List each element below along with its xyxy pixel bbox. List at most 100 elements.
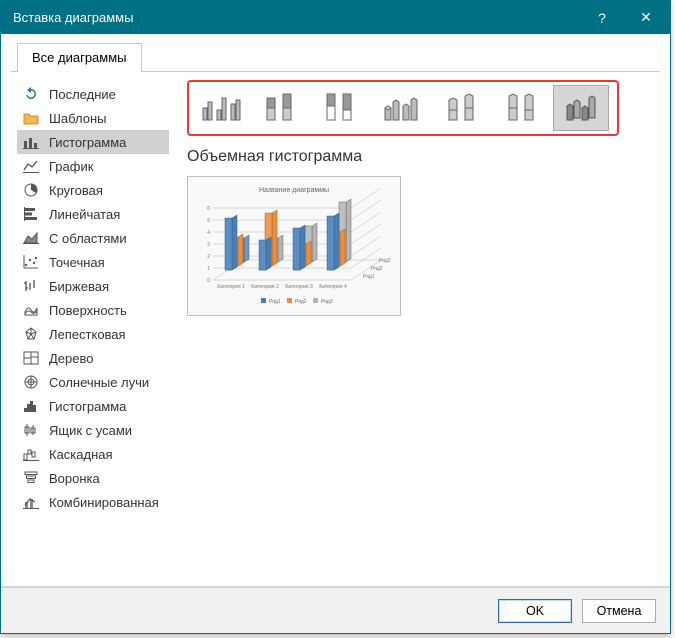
3d-column-icon bbox=[559, 90, 603, 126]
subtype-variant-row bbox=[187, 80, 619, 136]
sidebar-item-label: Линейчатая bbox=[49, 207, 120, 222]
sidebar-item-label: Биржевая bbox=[49, 279, 109, 294]
tab-strip: Все диаграммы bbox=[11, 42, 660, 72]
svg-text:Ряд2: Ряд2 bbox=[371, 266, 383, 272]
sidebar-item-label: Гистограмма bbox=[49, 399, 126, 414]
sidebar-item-sunburst[interactable]: Солнечные лучи bbox=[17, 370, 169, 394]
sidebar-item-label: Дерево bbox=[49, 351, 93, 366]
variant-3d-100-stacked-column[interactable] bbox=[493, 85, 549, 131]
3d-stacked-column-icon bbox=[439, 90, 483, 126]
bar-chart-icon bbox=[21, 204, 41, 224]
svg-text:Категория 1: Категория 1 bbox=[217, 284, 245, 290]
tab-all-charts[interactable]: Все диаграммы bbox=[17, 43, 142, 72]
cancel-button[interactable]: Отмена bbox=[582, 599, 656, 623]
help-icon: ? bbox=[598, 10, 606, 26]
sidebar-item-label: Каскадная bbox=[49, 447, 113, 462]
svg-text:Категория 4: Категория 4 bbox=[319, 284, 347, 290]
variant-3d-column[interactable] bbox=[553, 85, 609, 131]
svg-text:2: 2 bbox=[207, 254, 210, 260]
sidebar-item-boxwhisker[interactable]: Ящик с усами bbox=[17, 418, 169, 442]
sidebar-item-radar[interactable]: Лепестковая bbox=[17, 322, 169, 346]
clustered-column-icon bbox=[199, 90, 243, 126]
pie-chart-icon bbox=[21, 180, 41, 200]
column-chart-icon bbox=[21, 132, 41, 152]
chart-preview[interactable]: Название диаграммы bbox=[187, 176, 401, 316]
sidebar-item-surface[interactable]: Поверхность bbox=[17, 298, 169, 322]
sidebar-item-stock[interactable]: Биржевая bbox=[17, 274, 169, 298]
sidebar-item-label: Комбинированная bbox=[49, 495, 159, 510]
sidebar-item-line[interactable]: График bbox=[17, 154, 169, 178]
svg-text:3: 3 bbox=[207, 242, 210, 248]
svg-text:Ряд3: Ряд3 bbox=[379, 258, 391, 264]
sidebar-item-histogram[interactable]: Гистограмма bbox=[17, 394, 169, 418]
treemap-chart-icon bbox=[21, 348, 41, 368]
sidebar-item-templates[interactable]: Шаблоны bbox=[17, 106, 169, 130]
sidebar-item-label: Поверхность bbox=[49, 303, 127, 318]
stacked-column-icon bbox=[259, 90, 303, 126]
variant-3d-clustered-column[interactable] bbox=[373, 85, 429, 131]
box-whisker-icon bbox=[21, 420, 41, 440]
radar-chart-icon bbox=[21, 324, 41, 344]
line-chart-icon bbox=[21, 156, 41, 176]
help-button[interactable]: ? bbox=[582, 1, 622, 34]
sidebar-item-label: Воронка bbox=[49, 471, 100, 486]
sidebar-item-waterfall[interactable]: Каскадная bbox=[17, 442, 169, 466]
svg-text:4: 4 bbox=[207, 230, 210, 236]
sidebar-item-label: График bbox=[49, 159, 93, 174]
sidebar-item-label: Солнечные лучи bbox=[49, 375, 149, 390]
sidebar-item-area[interactable]: С областями bbox=[17, 226, 169, 250]
sidebar-item-funnel[interactable]: Воронка bbox=[17, 466, 169, 490]
variant-clustered-column[interactable] bbox=[193, 85, 249, 131]
combo-chart-icon bbox=[21, 492, 41, 512]
sidebar-item-pie[interactable]: Круговая bbox=[17, 178, 169, 202]
sidebar-item-label: Круговая bbox=[49, 183, 103, 198]
variant-stacked-column[interactable] bbox=[253, 85, 309, 131]
chart-preview-svg: Название диаграммы bbox=[191, 180, 397, 312]
sidebar-item-label: Лепестковая bbox=[49, 327, 126, 342]
sidebar-item-treemap[interactable]: Дерево bbox=[17, 346, 169, 370]
svg-text:6: 6 bbox=[207, 206, 210, 212]
svg-text:Категория 2: Категория 2 bbox=[251, 284, 279, 290]
100-stacked-column-icon bbox=[319, 90, 363, 126]
svg-text:Ряд1: Ряд1 bbox=[269, 299, 281, 305]
funnel-chart-icon bbox=[21, 468, 41, 488]
sidebar-item-scatter[interactable]: Точечная bbox=[17, 250, 169, 274]
tab-label: Все диаграммы bbox=[32, 50, 127, 65]
sidebar-item-column[interactable]: Гистограмма bbox=[17, 130, 169, 154]
sidebar-item-label: Ящик с усами bbox=[49, 423, 132, 438]
svg-text:1: 1 bbox=[207, 266, 210, 272]
sidebar-item-label: Гистограмма bbox=[49, 135, 126, 150]
sidebar-item-label: Шаблоны bbox=[49, 111, 107, 126]
sidebar-item-recent[interactable]: Последние bbox=[17, 82, 169, 106]
ok-button[interactable]: OK bbox=[498, 599, 572, 623]
chart-subtype-panel: Объемная гистограмма Название диаграммы bbox=[187, 80, 654, 568]
close-icon: ✕ bbox=[640, 9, 652, 26]
titlebar: Вставка диаграммы ? ✕ bbox=[1, 1, 670, 34]
svg-text:Категория 3: Категория 3 bbox=[285, 284, 313, 290]
undo-icon bbox=[21, 84, 41, 104]
preview-chart-title: Название диаграммы bbox=[259, 187, 329, 194]
sidebar-item-combo[interactable]: Комбинированная bbox=[17, 490, 169, 514]
subtype-title: Объемная гистограмма bbox=[187, 148, 654, 166]
dialog-content: Все диаграммы Последние Шаблоны bbox=[1, 34, 670, 587]
variant-3d-stacked-column[interactable] bbox=[433, 85, 489, 131]
window-title: Вставка диаграммы bbox=[13, 10, 582, 25]
svg-text:5: 5 bbox=[207, 218, 210, 224]
svg-text:Ряд3: Ряд3 bbox=[321, 299, 333, 305]
stock-chart-icon bbox=[21, 276, 41, 296]
area-chart-icon bbox=[21, 228, 41, 248]
sidebar-item-bar[interactable]: Линейчатая bbox=[17, 202, 169, 226]
sidebar-item-label: С областями bbox=[49, 231, 127, 246]
chart-type-list: Последние Шаблоны Гистограмма bbox=[17, 80, 169, 568]
3d-100-stacked-column-icon bbox=[499, 90, 543, 126]
svg-text:Ряд1: Ряд1 bbox=[363, 274, 375, 280]
sidebar-item-label: Последние bbox=[49, 87, 116, 102]
dialog-body: Последние Шаблоны Гистограмма bbox=[11, 80, 660, 574]
variant-100-stacked-column[interactable] bbox=[313, 85, 369, 131]
surface-chart-icon bbox=[21, 300, 41, 320]
3d-clustered-column-icon bbox=[379, 90, 423, 126]
waterfall-chart-icon bbox=[21, 444, 41, 464]
sunburst-chart-icon bbox=[21, 372, 41, 392]
folder-icon bbox=[21, 108, 41, 128]
close-button[interactable]: ✕ bbox=[622, 1, 670, 34]
